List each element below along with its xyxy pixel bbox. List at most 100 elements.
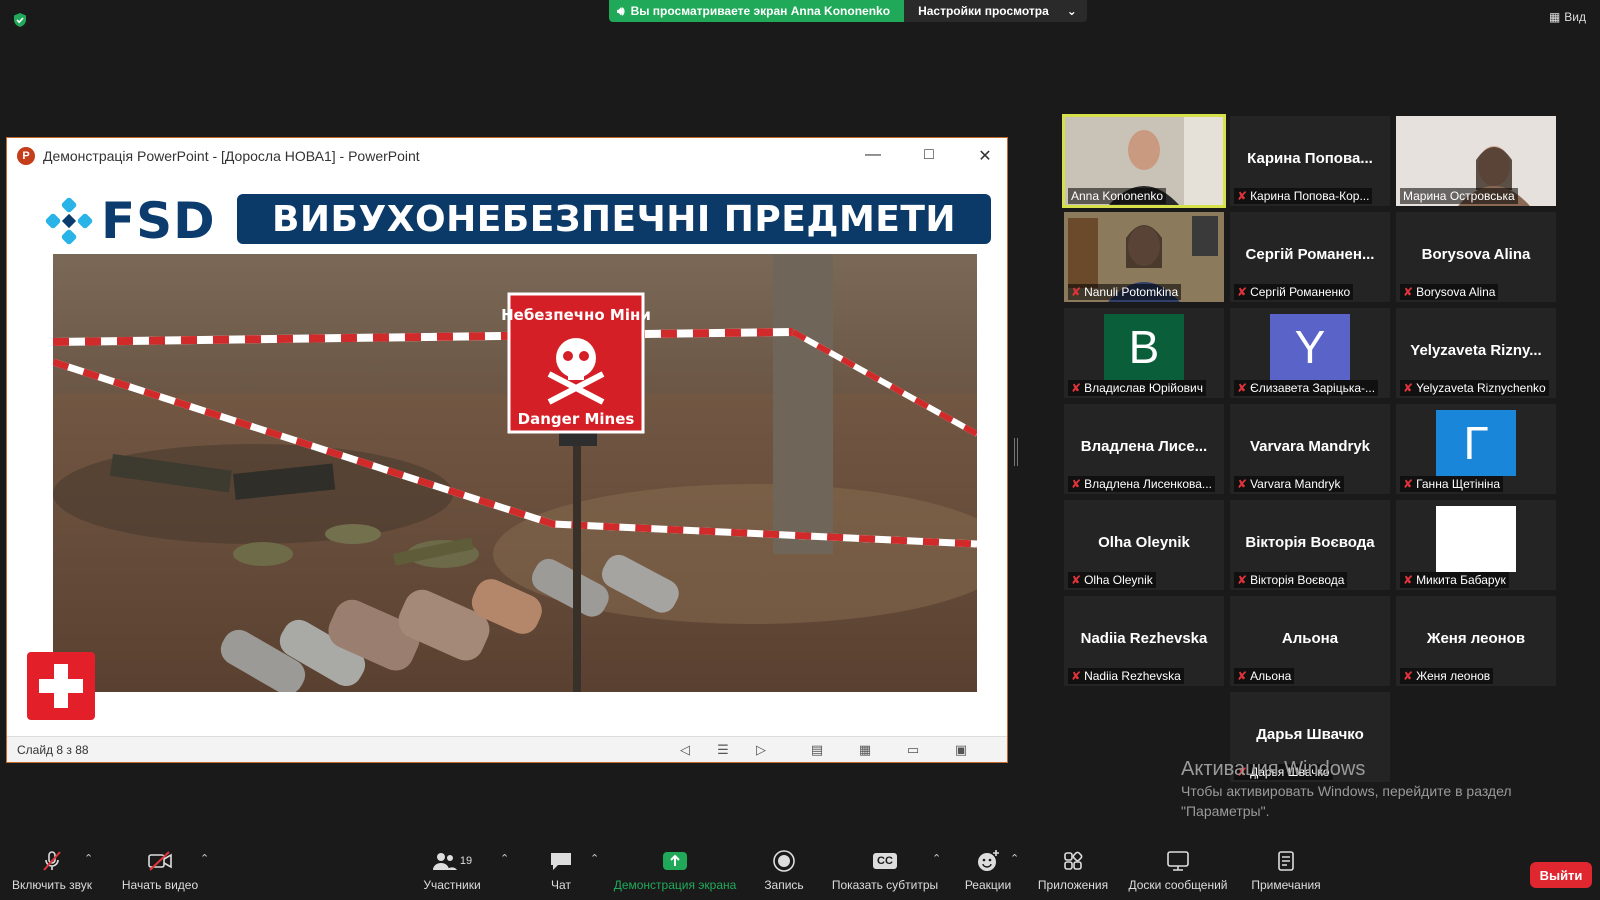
participant-name-label: Марина Островська xyxy=(1400,188,1518,204)
mic-muted-icon: ✘ xyxy=(1071,285,1082,299)
reactions-button[interactable]: Реакции xyxy=(958,848,1018,892)
participant-tile[interactable]: Карина Попова... ✘ Карина Попова-Кор... xyxy=(1230,116,1390,206)
participants-button[interactable]: 19 Участники xyxy=(416,848,488,892)
mic-muted-icon: ✘ xyxy=(1071,381,1082,395)
video-options-caret[interactable]: ⌃ xyxy=(200,852,209,865)
fsd-logo-text: FSD xyxy=(101,192,216,250)
captions-icon: CC xyxy=(828,848,942,874)
captions-options-caret[interactable]: ⌃ xyxy=(932,852,941,865)
normal-view-icon[interactable]: ▤ xyxy=(809,742,825,758)
slide-counter: Слайд 8 з 88 xyxy=(17,742,89,757)
participant-name: Микита Бабарук xyxy=(1416,573,1506,587)
start-video-label: Начать видео xyxy=(121,878,199,892)
participant-tile[interactable]: Yelyzaveta Rizny... ✘ Yelyzaveta Riznychen… xyxy=(1396,308,1556,398)
share-screen-label: Демонстрация экрана xyxy=(613,878,737,892)
maximize-icon[interactable]: □ xyxy=(919,146,939,164)
participant-tile[interactable]: ✘ Микита Бабарук xyxy=(1396,500,1556,590)
participant-name: Карина Попова-Кор... xyxy=(1250,189,1370,203)
participant-name-label: ✘ Borysova Alina xyxy=(1400,284,1499,300)
close-icon[interactable]: ✕ xyxy=(975,146,995,166)
participant-avatar: Г xyxy=(1436,410,1516,476)
apps-button[interactable]: Приложения xyxy=(1034,848,1112,892)
participant-tile[interactable]: Nadiia Rezhevska ✘ Nadiia Rezhevska xyxy=(1064,596,1224,686)
participant-name-label: ✘ Varvara Mandryk xyxy=(1234,476,1344,492)
view-options-button[interactable]: Настройки просмотра ⌄ xyxy=(904,0,1087,22)
participant-name: Olha Oleynik xyxy=(1084,573,1153,587)
participant-tile[interactable]: Olha Oleynik ✘ Olha Oleynik xyxy=(1064,500,1224,590)
participant-tile[interactable]: ✘ Nanuli Potomkina xyxy=(1064,212,1224,302)
activation-line-2: "Параметры". xyxy=(1181,803,1270,819)
participant-name-label: ✘ Ганна Щетініна xyxy=(1400,476,1504,492)
participant-display-name: Вікторія Воєвода xyxy=(1245,534,1375,551)
record-label: Запись xyxy=(764,878,804,892)
participant-name: Nadiia Rezhevska xyxy=(1084,669,1181,683)
slide-sorter-icon[interactable]: ▦ xyxy=(857,742,873,758)
video-off-icon xyxy=(118,848,202,874)
participant-tile[interactable]: Альона ✘ Альона xyxy=(1230,596,1390,686)
audio-options-caret[interactable]: ⌃ xyxy=(84,852,93,865)
slide-menu-icon[interactable]: ☰ xyxy=(715,742,731,758)
shared-screen-powerpoint[interactable]: P Демонстрація PowerPoint - [Доросла НОВ… xyxy=(6,137,1008,763)
mic-muted-icon: ✘ xyxy=(1237,381,1248,395)
participant-tile[interactable]: Borysova Alina ✘ Borysova Alina xyxy=(1396,212,1556,302)
participant-tile[interactable]: Владлена Лисе... ✘ Владлена Лисенкова... xyxy=(1064,404,1224,494)
participant-name: Varvara Mandryk xyxy=(1250,477,1341,491)
security-shield-icon[interactable] xyxy=(12,12,28,28)
participant-tile[interactable]: Вікторія Воєвода ✘ Вікторія Воєвода xyxy=(1230,500,1390,590)
minimize-icon[interactable]: — xyxy=(863,146,883,164)
windows-activation-watermark: Активация Windows Чтобы активировать Win… xyxy=(1181,758,1512,821)
mic-off-icon xyxy=(10,848,94,874)
notes-button[interactable]: Примечания xyxy=(1246,848,1326,892)
reading-view-icon[interactable]: ▭ xyxy=(905,742,921,758)
previous-slide-icon[interactable]: ◁ xyxy=(677,742,693,758)
whiteboards-button[interactable]: Доски сообщений xyxy=(1124,848,1232,892)
fsd-logo: FSD xyxy=(45,192,216,250)
mic-muted-icon: ✘ xyxy=(1403,573,1414,587)
activation-line-1: Чтобы активировать Windows, перейдите в … xyxy=(1181,783,1512,799)
viewing-status: 🔊︎ Вы просматриваете экран Anna Kononenk… xyxy=(609,0,905,22)
unmute-button[interactable]: Включить звук xyxy=(10,848,94,892)
participant-name-label: ✘ Вікторія Воєвода xyxy=(1234,572,1348,588)
participant-tile[interactable]: B ✘ Владислав Юрійович xyxy=(1064,308,1224,398)
reactions-options-caret[interactable]: ⌃ xyxy=(1010,852,1019,865)
notes-icon xyxy=(1246,848,1326,874)
participant-name-label: ✘ Микита Бабарук xyxy=(1400,572,1509,588)
participant-tile[interactable]: Y ✘ Єлизавета Зарiцька-... xyxy=(1230,308,1390,398)
participant-tile[interactable]: Женя леонов ✘ Женя леонов xyxy=(1396,596,1556,686)
share-screen-button[interactable]: Демонстрация экрана xyxy=(610,848,740,892)
viewing-banner: 🔊︎ Вы просматриваете экран Anna Kononenk… xyxy=(609,0,1087,22)
ppt-window-title: Демонстрація PowerPoint - [Доросла НОВА1… xyxy=(43,148,420,164)
participant-tile[interactable]: Г ✘ Ганна Щетініна xyxy=(1396,404,1556,494)
notes-label: Примечания xyxy=(1251,878,1321,892)
participant-tile[interactable]: Сергій Романен... ✘ Сергій Романенко xyxy=(1230,212,1390,302)
participant-display-name: Сергій Романен... xyxy=(1245,246,1375,263)
participant-name-label: ✘ Єлизавета Зарiцька-... xyxy=(1234,380,1379,396)
next-slide-icon[interactable]: ▷ xyxy=(753,742,769,758)
participant-name-label: ✘ Женя леонов xyxy=(1400,668,1494,684)
sign-top-text: Небезпечно Міни xyxy=(501,306,651,324)
participant-avatar: B xyxy=(1104,314,1184,380)
mic-muted-icon: ✘ xyxy=(1403,669,1414,683)
chat-button[interactable]: Чат xyxy=(536,848,586,892)
leave-meeting-button[interactable]: Выйти xyxy=(1530,862,1592,888)
slideshow-view-icon[interactable]: ▣ xyxy=(953,742,969,758)
mic-muted-icon: ✘ xyxy=(1237,285,1248,299)
captions-button[interactable]: CC Показать субтитры xyxy=(828,848,942,892)
apps-icon xyxy=(1034,848,1112,874)
record-button[interactable]: Запись xyxy=(756,848,812,892)
start-video-button[interactable]: Начать видео xyxy=(118,848,202,892)
participant-tile[interactable]: Varvara Mandryk ✘ Varvara Mandryk xyxy=(1230,404,1390,494)
ppt-status-bar: Слайд 8 з 88 ◁ ☰ ▷ ▤ ▦ ▭ ▣ xyxy=(7,736,1007,762)
participant-tile[interactable]: Anna Kononenko xyxy=(1062,114,1226,208)
participant-name: Ганна Щетініна xyxy=(1416,477,1501,491)
participants-options-caret[interactable]: ⌃ xyxy=(500,852,509,865)
participant-name: Anna Kononenko xyxy=(1071,189,1164,203)
participant-tile[interactable]: Марина Островська xyxy=(1396,116,1556,206)
fsd-logo-icon xyxy=(45,197,93,245)
participant-name: Yelyzaveta Riznychenko xyxy=(1416,381,1546,395)
participants-label: Участники xyxy=(423,878,481,892)
participant-display-name: Yelyzaveta Rizny... xyxy=(1410,342,1542,359)
chat-options-caret[interactable]: ⌃ xyxy=(590,852,599,865)
view-button[interactable]: ▦ Вид xyxy=(1549,10,1586,24)
panel-splitter[interactable] xyxy=(1014,438,1018,466)
